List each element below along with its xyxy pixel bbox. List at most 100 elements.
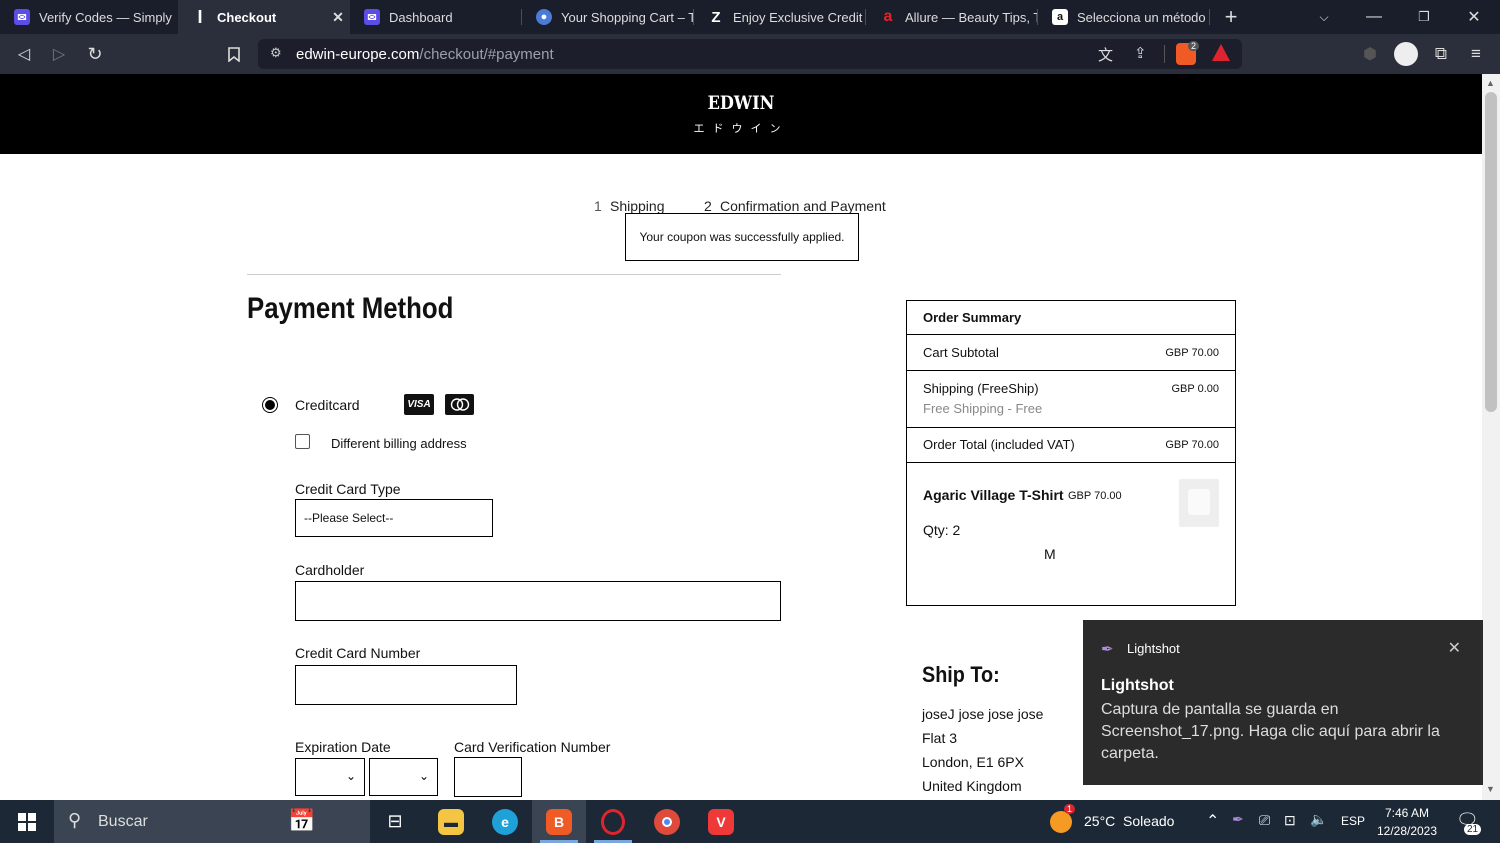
site-settings-icon[interactable]: ⚙ bbox=[270, 45, 282, 61]
weather-text[interactable]: 25°C Soleado bbox=[1084, 813, 1174, 829]
scroll-down-icon[interactable]: ▼ bbox=[1486, 784, 1495, 794]
new-tab-plus-icon[interactable]: + bbox=[1216, 0, 1246, 34]
expiration-month-select[interactable]: ⌄ bbox=[295, 758, 365, 796]
page-title: Payment Method bbox=[247, 292, 454, 325]
extension-icon[interactable]: ⬢ bbox=[1358, 42, 1382, 66]
tab-list-chevron-icon[interactable]: ⌵ bbox=[1310, 0, 1338, 34]
item-quantity: Qty: 2 bbox=[923, 522, 961, 538]
edwin-logo-katakana: エドウイン bbox=[693, 123, 789, 135]
cardholder-input[interactable] bbox=[295, 581, 781, 621]
lightshot-tray-icon[interactable]: ✒ bbox=[1232, 811, 1244, 828]
vivaldi-browser-icon[interactable]: V bbox=[694, 800, 748, 843]
close-window-icon[interactable]: ✕ bbox=[1460, 0, 1488, 34]
clock-time: 7:46 AM bbox=[1384, 806, 1430, 820]
lightshot-notification[interactable]: ✒ Lightshot ✕ Lightshot Captura de panta… bbox=[1083, 620, 1483, 785]
cardholder-label: Cardholder bbox=[295, 562, 365, 578]
card-type-select[interactable]: --Please Select-- bbox=[295, 499, 493, 537]
brave-rewards-icon[interactable] bbox=[1212, 44, 1230, 61]
taskbar-search[interactable]: ⚲ Buscar 📅 bbox=[54, 800, 370, 843]
menu-hamburger-icon[interactable]: ≡ bbox=[1464, 42, 1488, 66]
edge-browser-icon[interactable]: e bbox=[478, 800, 532, 843]
card-type-label: Credit Card Type bbox=[295, 481, 401, 497]
summary-header: Order Summary bbox=[907, 301, 1235, 335]
url-text: edwin-europe.com/checkout/#payment bbox=[296, 46, 554, 63]
translate-icon[interactable]: 文 bbox=[1098, 44, 1113, 65]
search-icon: ⚲ bbox=[68, 810, 82, 830]
item-name: Agaric Village T-Shirt bbox=[923, 487, 1064, 503]
brave-browser-icon[interactable]: B bbox=[532, 800, 586, 843]
card-number-input[interactable] bbox=[295, 665, 517, 705]
page-scrollbar[interactable]: ▲ ▼ bbox=[1482, 74, 1500, 800]
allure-favicon-icon: a bbox=[883, 8, 893, 25]
shipping-method: Free Shipping - Free bbox=[923, 401, 1043, 416]
tray-chevron-up-icon[interactable]: ⌃ bbox=[1206, 811, 1219, 831]
tab-allure[interactable]: a Allure — Beauty Tips, T bbox=[866, 0, 1038, 34]
task-view-icon[interactable]: ⊟ bbox=[370, 800, 420, 843]
address-bar[interactable]: ⚙ edwin-europe.com/checkout/#payment 文 ⇪… bbox=[258, 39, 1242, 69]
search-placeholder: Buscar bbox=[98, 813, 148, 830]
order-summary: Order Summary Cart Subtotal GBP 70.00 Sh… bbox=[906, 300, 1236, 606]
input-language[interactable]: ESP bbox=[1341, 814, 1365, 828]
subtotal-row: Cart Subtotal GBP 70.00 bbox=[907, 335, 1235, 371]
close-tab-icon[interactable]: ✕ bbox=[326, 9, 350, 26]
item-size: M bbox=[1044, 546, 1056, 562]
meet-now-icon[interactable]: ⎚ bbox=[1259, 812, 1270, 829]
edwin-favicon-icon: I bbox=[197, 6, 203, 27]
cvv-input[interactable] bbox=[454, 757, 522, 797]
forward-arrow-icon[interactable]: ▷ bbox=[47, 42, 71, 66]
extensions-puzzle-icon[interactable]: ⧉ bbox=[1429, 42, 1453, 66]
step-1-number: 1 bbox=[594, 198, 602, 214]
expiration-year-select[interactable]: ⌄ bbox=[369, 758, 438, 796]
restore-window-icon[interactable]: ❐ bbox=[1410, 0, 1438, 34]
reload-icon[interactable]: ↻ bbox=[83, 42, 107, 66]
shipping-label: Shipping (FreeShip) bbox=[923, 381, 1039, 396]
ship-to-city: London, E1 6PX bbox=[922, 754, 1024, 770]
volume-icon[interactable]: 🔈 bbox=[1310, 811, 1327, 828]
ship-to-address: Flat 3 bbox=[922, 730, 958, 746]
mastercard-logo-icon bbox=[445, 394, 474, 415]
cvv-label: Card Verification Number bbox=[454, 739, 611, 755]
creditcard-label[interactable]: Creditcard bbox=[295, 397, 360, 413]
profile-avatar-icon[interactable] bbox=[1394, 42, 1418, 66]
network-icon[interactable]: ⊡ bbox=[1284, 812, 1296, 829]
visa-logo: VISA bbox=[404, 394, 434, 415]
tab-selecciona-metodo[interactable]: a Selecciona un método bbox=[1038, 0, 1210, 34]
tab-exclusive-credit[interactable]: Z Enjoy Exclusive Credit C bbox=[694, 0, 866, 34]
system-clock[interactable]: 7:46 AM 12/28/2023 bbox=[1373, 804, 1441, 840]
subtotal-value: GBP 70.00 bbox=[1165, 347, 1219, 359]
different-billing-label[interactable]: Different billing address bbox=[331, 436, 467, 451]
back-arrow-icon[interactable]: ◁ bbox=[12, 42, 36, 66]
chrome-browser-icon[interactable] bbox=[640, 800, 694, 843]
brave-badge: 2 bbox=[1188, 41, 1200, 51]
file-explorer-icon[interactable]: ▬ bbox=[424, 800, 478, 843]
tab-dashboard[interactable]: ✉ Dashboard bbox=[350, 0, 522, 34]
opera-browser-icon[interactable] bbox=[586, 800, 640, 843]
card-number-label: Credit Card Number bbox=[295, 645, 421, 661]
summary-title: Order Summary bbox=[923, 310, 1022, 325]
notification-count-badge: 21 bbox=[1464, 824, 1482, 835]
tab-checkout[interactable]: I Checkout ✕ bbox=[178, 0, 350, 34]
chevron-down-icon: ⌄ bbox=[418, 769, 429, 783]
calendar-doodle-icon: 📅 bbox=[288, 808, 316, 833]
different-billing-checkbox[interactable] bbox=[295, 434, 310, 449]
globe-favicon-icon: ● bbox=[536, 9, 552, 25]
total-value: GBP 70.00 bbox=[1165, 439, 1219, 451]
browser-toolbar: ◁ ▷ ↻ ⚙ edwin-europe.com/checkout/#payme… bbox=[0, 34, 1500, 74]
scrollbar-thumb[interactable] bbox=[1485, 92, 1497, 412]
notification-body[interactable]: Captura de pantalla se guarda en Screens… bbox=[1101, 699, 1471, 765]
bookmark-icon[interactable] bbox=[222, 42, 246, 66]
windows-start-icon[interactable] bbox=[0, 800, 54, 843]
close-icon[interactable]: ✕ bbox=[1448, 638, 1461, 658]
step-2-number: 2 bbox=[704, 198, 712, 214]
tab-verify-codes[interactable]: ✉ Verify Codes — Simply bbox=[0, 0, 178, 34]
share-icon[interactable]: ⇪ bbox=[1134, 44, 1147, 62]
tab-shopping-cart[interactable]: ● Your Shopping Cart – T bbox=[522, 0, 694, 34]
step-shipping[interactable]: Shipping bbox=[610, 198, 665, 214]
scroll-up-icon[interactable]: ▲ bbox=[1486, 78, 1495, 88]
coupon-success-message: Your coupon was successfully applied. bbox=[625, 213, 859, 261]
creditcard-radio[interactable] bbox=[262, 397, 278, 413]
minimize-window-icon[interactable]: — bbox=[1360, 0, 1388, 34]
ship-to-name: joseJ jose jose jose bbox=[922, 706, 1044, 722]
item-thumbnail[interactable] bbox=[1179, 479, 1219, 527]
edwin-logo[interactable]: EDWIN bbox=[111, 92, 1371, 114]
